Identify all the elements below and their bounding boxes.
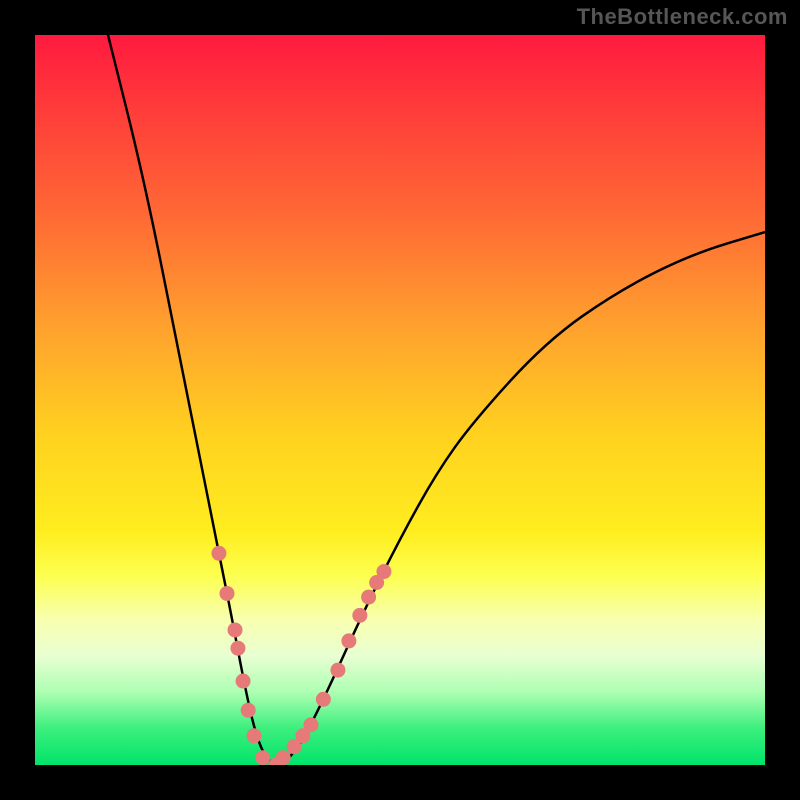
chart-frame: TheBottleneck.com (0, 0, 800, 800)
data-point (241, 703, 256, 718)
data-point (219, 586, 234, 601)
data-point (330, 663, 345, 678)
dots-left-group (211, 546, 270, 765)
curve-svg (35, 35, 765, 765)
dots-right-group (268, 564, 391, 765)
data-point (230, 641, 245, 656)
data-point (276, 750, 291, 765)
data-point (376, 564, 391, 579)
data-point (247, 728, 262, 743)
data-point (228, 622, 243, 637)
data-point (352, 608, 367, 623)
data-point (255, 750, 270, 765)
data-point (303, 717, 318, 732)
data-point (316, 692, 331, 707)
data-point (341, 633, 356, 648)
data-point (361, 590, 376, 605)
data-point (236, 674, 251, 689)
watermark-text: TheBottleneck.com (577, 4, 788, 30)
data-point (211, 546, 226, 561)
bottleneck-curve (108, 35, 765, 763)
plot-area (35, 35, 765, 765)
